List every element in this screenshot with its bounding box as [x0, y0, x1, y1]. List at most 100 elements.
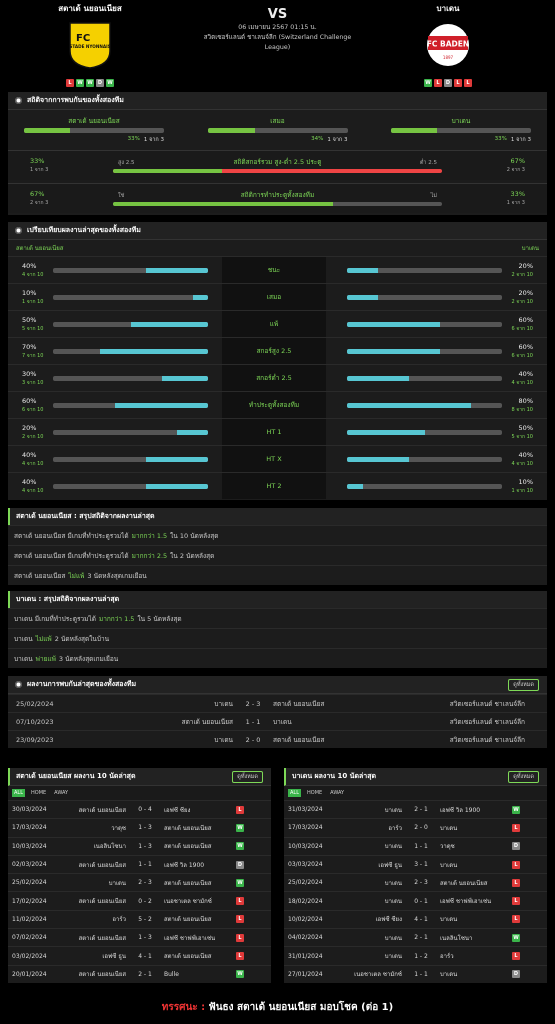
summary-line: สตาเด้ นยอนเนียส มีเกมที่ทำประตูรวมได้ มา…: [8, 525, 547, 545]
match-row[interactable]: 17/02/2024 สตาเด้ นยอนเนียส 0 - 2 เนอชาเตล …: [8, 891, 271, 909]
match-away: เนลลินโซนา: [440, 934, 473, 942]
compare-right-bar-fill: [347, 349, 440, 354]
compare-right-bar-fill: [347, 484, 363, 489]
away-team[interactable]: บาเดน FC BADEN 1897 WLDLL: [378, 2, 518, 87]
away-last10-view-all-button[interactable]: ดูทั้งหมด: [508, 770, 539, 783]
match-away: บาเดน: [440, 971, 458, 979]
match-result: L: [234, 952, 246, 961]
match-row[interactable]: 02/03/2024 สตาเด้ นยอนเนียส 1 - 1 เอฟซี วิล…: [8, 854, 271, 873]
compare-left-sub: 5 จาก 10: [22, 326, 44, 332]
tab-home[interactable]: HOME: [29, 789, 48, 797]
compare-right-bar: [347, 295, 502, 300]
result-badge: W: [236, 878, 244, 887]
result-badge: D: [512, 970, 520, 979]
match-home: บาเดน: [384, 879, 402, 887]
compare-left-bar-fill: [130, 322, 208, 327]
match-home: สตาเด้ นยอนเนียส: [78, 898, 126, 906]
compare-left-bar: [53, 349, 208, 354]
away-team-crest-icon: FC BADEN 1897: [427, 24, 469, 66]
form-badge: W: [86, 79, 94, 87]
match-row[interactable]: 17/03/2024 อาร์ว 2 - 0 บาเดน L: [284, 818, 547, 836]
match-row[interactable]: 03/03/2024 เอฟซี ธูน 3 - 1 บาเดน L: [284, 854, 547, 873]
h2h-split-item: เสมอ 34% 1 จาก 3: [207, 116, 348, 144]
h2h-split-bar: [207, 128, 348, 133]
match-score: 2 - 1: [414, 934, 428, 942]
tab-home[interactable]: HOME: [305, 789, 324, 797]
summary-text: 2 นัดหลังสุดในบ้าน: [54, 634, 110, 643]
home-team[interactable]: สตาเด้ นยอนเนียส FC STADE NYONNAIS LWWDW: [20, 2, 160, 87]
match-row[interactable]: 30/03/2024 สตาเด้ นยอนเนียส 0 - 4 เอฟซี ซีย…: [8, 800, 271, 818]
compare-right-bar-fill: [347, 295, 378, 300]
match-row[interactable]: 31/03/2024 บาเดน 2 - 1 เอฟซี วิล 1900 W: [284, 800, 547, 818]
compare-right-pct: 60%: [518, 316, 533, 324]
compare-left-pct: 30%: [22, 370, 37, 378]
match-away: บาเดน: [440, 824, 458, 832]
match-result: W: [234, 823, 246, 832]
match-row[interactable]: 25/02/2024 บาเดน 2 - 3 สตาเด้ นยอนเนียส W: [8, 873, 271, 891]
home-team-name: สตาเด้ นยอนเนียส: [58, 4, 122, 13]
match-row[interactable]: 18/02/2024 บาเดน 0 - 1 เอฟซี ชาฟฟ์เฮาเซ่น L: [284, 891, 547, 909]
summary-line: สตาเด้ นยอนเนียส มีเกมที่ทำประตูรวมได้ มา…: [8, 545, 547, 565]
compare-right-bar: [347, 403, 502, 408]
ou-title: สถิติสกอร์รวม สูง-ต่ำ 2.5 ประตู: [233, 158, 322, 166]
compare-row: 40% 4 จาก 10 HT 2 10% 1 จาก 10: [8, 472, 547, 499]
h2h-row[interactable]: 07/10/2023 สตาเด้ นยอนเนียส 1 - 1 บาเดน สวิต…: [8, 712, 547, 730]
match-row[interactable]: 03/02/2024 เอฟซี ธูน 4 - 1 สตาเด้ นยอนเนียส…: [8, 946, 271, 964]
match-row[interactable]: 10/03/2024 เนอลินโซนา 1 - 3 สตาเด้ นยอนเนีย…: [8, 836, 271, 855]
match-row[interactable]: 10/02/2024 เอฟซี ซียง 4 - 1 บาเดน L: [284, 909, 547, 928]
tab-all[interactable]: ALL: [288, 789, 301, 797]
summary-highlight: ไม่แพ้: [35, 634, 52, 643]
match-away: สตาเด้ นยอนเนียส: [164, 953, 212, 961]
h2h-away: สตาเด้ นยอนเนียส: [273, 735, 325, 744]
h2h-date: 07/10/2023: [16, 717, 54, 726]
home-last10-view-all-button[interactable]: ดูทั้งหมด: [232, 770, 263, 783]
match-row[interactable]: 27/01/2024 เนอชาเตล ซามักซ์ 1 - 1 บาเดน D: [284, 964, 547, 983]
tab-away[interactable]: AWAY: [52, 789, 70, 797]
match-row[interactable]: 10/03/2024 บาเดน 1 - 1 วาดุซ D: [284, 836, 547, 855]
h2h-results-header: ผลงานการพบกันล่าสุดของทั้งสองทีม ดูทั้งหม…: [8, 676, 547, 694]
football-icon: [14, 680, 23, 689]
match-score: 1 - 1: [414, 842, 428, 850]
match-result: L: [510, 915, 522, 924]
match-away: สตาเด้ นยอนเนียส: [440, 879, 488, 887]
h2h-row[interactable]: 25/02/2024 บาเดน 2 - 3 สตาเด้ นยอนเนียส สวิต…: [8, 694, 547, 712]
match-result: W: [510, 805, 522, 814]
form-badge: L: [454, 79, 462, 87]
result-badge: D: [236, 860, 244, 869]
btts-stat: 67% 2 จาก 3 ใช่ สถิติการทำประตูทั้งสองที…: [8, 183, 547, 213]
compare-row: 30% 3 จาก 10 สกอร์ต่ำ 2.5 40% 4 จาก 10: [8, 364, 547, 391]
vs-label: VS: [267, 7, 288, 22]
away-last10-header: บาเดน ผลงาน 10 นัดล่าสุด ดูทั้งหมด: [284, 768, 547, 786]
compare-row: 40% 4 จาก 10 HT X 40% 4 จาก 10: [8, 445, 547, 472]
match-row[interactable]: 25/02/2024 บาเดน 2 - 3 สตาเด้ นยอนเนียส L: [284, 873, 547, 891]
h2h-split-bar-fill: [207, 128, 256, 133]
compare-right-bar: [347, 484, 502, 489]
compare-left-sub: 7 จาก 10: [22, 353, 44, 359]
match-row[interactable]: 31/01/2024 บาเดน 1 - 2 อาร์ว L: [284, 946, 547, 964]
h2h-view-all-button[interactable]: ดูทั้งหมด: [508, 678, 539, 691]
tab-all[interactable]: ALL: [12, 789, 25, 797]
h2h-row[interactable]: 23/09/2023 บาเดน 2 - 0 สตาเด้ นยอนเนียส สวิต…: [8, 730, 547, 748]
match-home: บาเดน: [384, 898, 402, 906]
match-row[interactable]: 04/02/2024 บาเดน 2 - 1 เนลลินโซนา W: [284, 928, 547, 946]
match-away: เอฟซี ซียง: [164, 806, 191, 814]
match-result: L: [234, 805, 246, 814]
compare-label: สกอร์ต่ำ 2.5: [222, 365, 326, 391]
summary-text: ใน 10 นัดหลังสุด: [170, 531, 219, 540]
match-away: เอฟซี ชาฟฟ์เฮาเซ่น: [164, 934, 216, 942]
match-row[interactable]: 20/01/2024 สตาเด้ นยอนเนียส 2 - 1 Bulle W: [8, 964, 271, 983]
result-badge: W: [512, 933, 520, 942]
match-result: W: [234, 970, 246, 979]
summary-highlight: ไม่แพ้: [68, 571, 85, 580]
home-form-guide: LWWDW: [20, 79, 160, 87]
compare-left-bar-fill: [146, 484, 208, 489]
match-row[interactable]: 17/03/2024 วาดุซ 1 - 3 สตาเด้ นยอนเนียส W: [8, 818, 271, 836]
compare-left-pct: 60%: [22, 397, 37, 405]
compare-right-bar-fill: [347, 430, 425, 435]
summary-text: บาเดน มีเกมที่ทำประตูรวมได้: [14, 614, 96, 623]
match-league[interactable]: สวิตเซอร์แลนด์ ชาเลนจ์ลีก (Switzerland C…: [200, 33, 355, 53]
match-date: 04/02/2024: [288, 934, 323, 942]
tab-away[interactable]: AWAY: [328, 789, 346, 797]
match-row[interactable]: 11/02/2024 อาร์ว 5 - 2 สตาเด้ นยอนเนียส L: [8, 909, 271, 928]
match-row[interactable]: 07/02/2024 สตาเด้ นยอนเนียส 1 - 3 เอฟซี ชาฟ…: [8, 928, 271, 946]
